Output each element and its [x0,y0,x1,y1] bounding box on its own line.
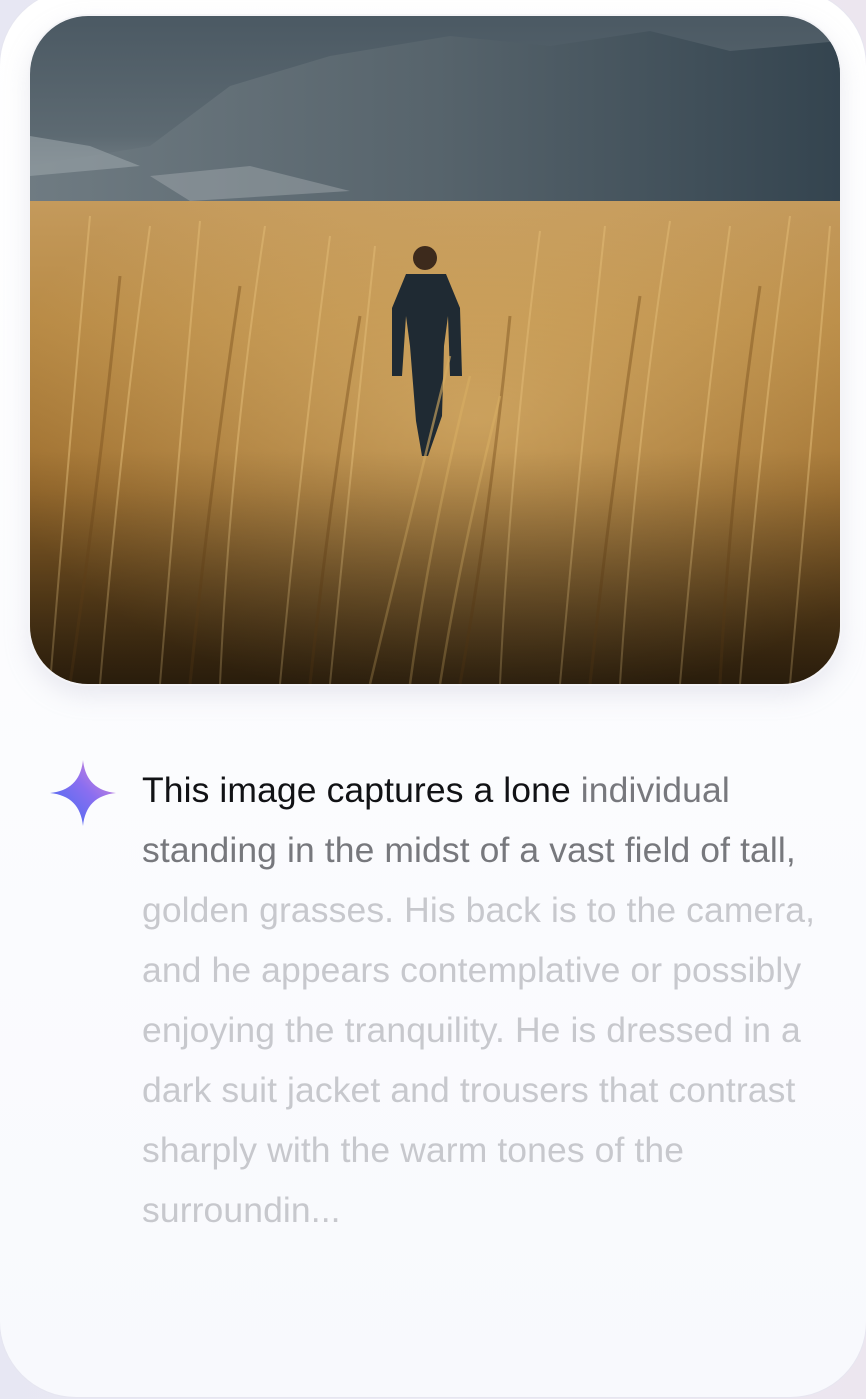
ai-generated-description: This image captures a lone individual st… [142,760,822,1240]
ai-sparkle-icon [50,760,116,826]
caption-faded-text: golden grasses. His back is to the camer… [142,890,816,1230]
ai-image-caption-card: This image captures a lone individual st… [0,0,866,1397]
photo-frame[interactable] [28,14,842,686]
landscape-photo [30,16,840,684]
caption-strong-text: This image captures a lone [142,770,581,810]
